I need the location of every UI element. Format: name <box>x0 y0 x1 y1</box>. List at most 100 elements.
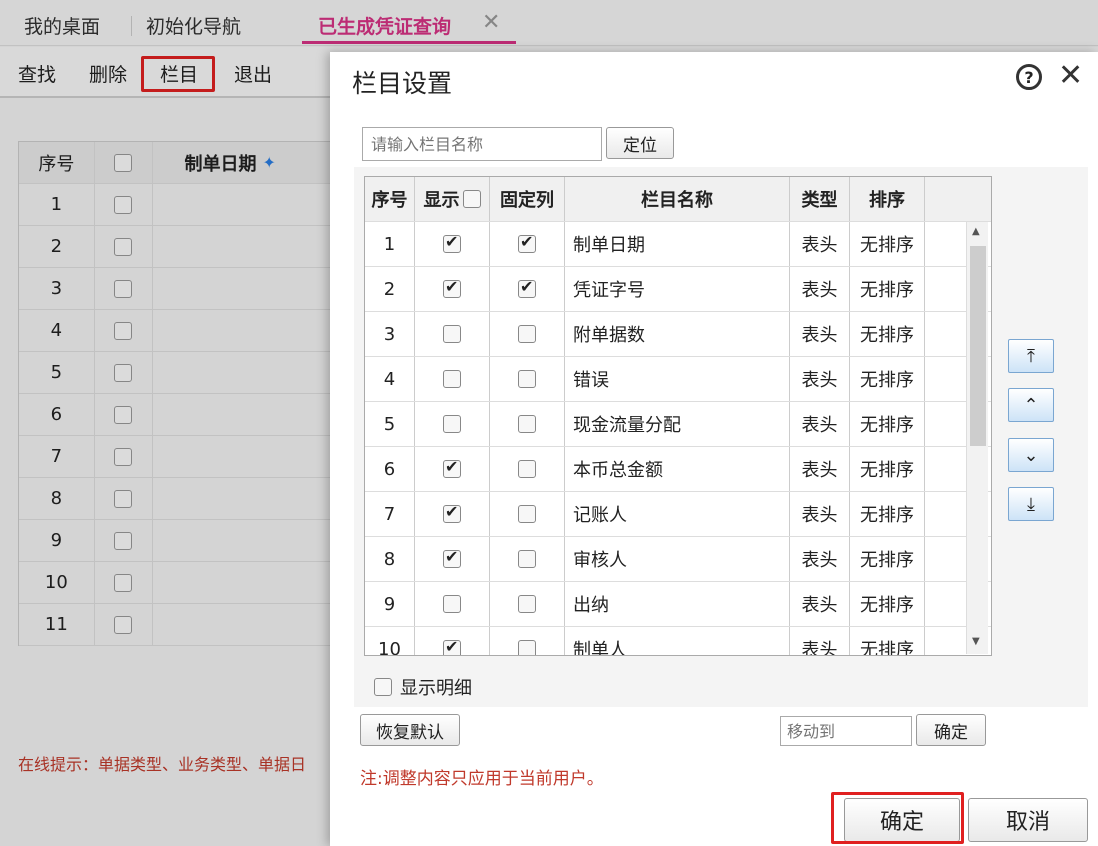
show-checkbox[interactable] <box>443 277 461 298</box>
fixed-cell[interactable] <box>490 402 565 446</box>
show-detail-checkbox[interactable] <box>374 678 392 696</box>
column-sort[interactable]: 无排序 <box>850 312 925 356</box>
column-row-no: 1 <box>365 222 415 266</box>
column-row[interactable]: 6 本币总金额表头无排序 <box>365 447 991 492</box>
fixed-cell[interactable] <box>490 492 565 536</box>
column-sort[interactable]: 无排序 <box>850 492 925 536</box>
close-icon[interactable]: ✕ <box>1058 58 1083 93</box>
fixed-checkbox[interactable] <box>518 370 536 388</box>
fixed-checkbox[interactable] <box>518 640 536 655</box>
show-checkbox[interactable] <box>443 547 461 568</box>
column-type: 表头 <box>790 222 850 266</box>
column-row[interactable]: 4 错误 表头 无排序 <box>365 357 991 402</box>
move-to-confirm-button[interactable]: 确定 <box>916 714 986 746</box>
show-checkbox[interactable] <box>443 595 461 613</box>
column-type: 表头 <box>790 447 850 491</box>
column-row[interactable]: 7 记账人表头无排序 <box>365 492 991 537</box>
show-cell[interactable] <box>415 312 490 356</box>
show-cell[interactable] <box>415 582 490 626</box>
column-sort[interactable]: 无排序 <box>850 627 925 655</box>
move-bottom-button[interactable]: ⤓ <box>1008 487 1054 521</box>
show-cell[interactable] <box>415 402 490 446</box>
cancel-button[interactable]: 取消 <box>968 798 1088 842</box>
column-type: 表头 <box>790 582 850 626</box>
ok-button-highlight <box>831 792 964 844</box>
column-sort[interactable]: 无排序 <box>850 267 925 311</box>
show-cell[interactable] <box>415 357 490 401</box>
fixed-checkbox[interactable] <box>518 415 536 433</box>
show-cell[interactable] <box>415 222 490 266</box>
show-cell[interactable] <box>415 627 490 655</box>
column-name: 现金流量分配 <box>565 402 790 446</box>
column-row[interactable]: 10 制单人表头无排序 <box>365 627 991 655</box>
locate-button[interactable]: 定位 <box>606 127 674 159</box>
show-checkbox[interactable] <box>443 325 461 343</box>
show-checkbox[interactable] <box>443 232 461 253</box>
column-type: 表头 <box>790 492 850 536</box>
show-detail-option[interactable]: 显示明细 <box>374 674 472 700</box>
column-row-no: 2 <box>365 267 415 311</box>
move-top-button[interactable]: ⤒ <box>1008 339 1054 373</box>
column-sort[interactable]: 无排序 <box>850 357 925 401</box>
column-row[interactable]: 8 审核人表头无排序 <box>365 537 991 582</box>
show-checkbox[interactable] <box>443 502 461 523</box>
fixed-checkbox[interactable] <box>518 232 536 253</box>
show-checkbox[interactable] <box>443 415 461 433</box>
column-row-no: 6 <box>365 447 415 491</box>
column-row-no: 5 <box>365 402 415 446</box>
column-search-input[interactable] <box>362 127 602 161</box>
column-sort[interactable]: 无排序 <box>850 402 925 446</box>
show-checkbox[interactable] <box>443 457 461 478</box>
col-header-name: 栏目名称 <box>565 177 790 221</box>
fixed-checkbox[interactable] <box>518 460 536 478</box>
fixed-cell[interactable] <box>490 357 565 401</box>
fixed-checkbox[interactable] <box>518 595 536 613</box>
column-type: 表头 <box>790 537 850 581</box>
column-sort[interactable]: 无排序 <box>850 537 925 581</box>
scroll-thumb[interactable] <box>970 246 986 446</box>
column-row[interactable]: 2 凭证字号表头无排序 <box>365 267 991 312</box>
show-cell[interactable] <box>415 447 490 491</box>
move-up-button[interactable]: ⌃ <box>1008 388 1054 422</box>
show-checkbox[interactable] <box>443 637 461 655</box>
fixed-cell[interactable] <box>490 447 565 491</box>
show-cell[interactable] <box>415 267 490 311</box>
fixed-cell[interactable] <box>490 312 565 356</box>
column-sort[interactable]: 无排序 <box>850 447 925 491</box>
column-row[interactable]: 9 出纳 表头 无排序 <box>365 582 991 627</box>
scroll-up-icon[interactable]: ▲ <box>972 226 980 237</box>
column-name: 记账人 <box>565 492 790 536</box>
fixed-cell[interactable] <box>490 222 565 266</box>
column-sort[interactable]: 无排序 <box>850 222 925 266</box>
restore-default-button[interactable]: 恢复默认 <box>360 714 460 746</box>
fixed-checkbox[interactable] <box>518 550 536 568</box>
column-sort[interactable]: 无排序 <box>850 582 925 626</box>
show-checkbox[interactable] <box>443 370 461 388</box>
column-row-no: 8 <box>365 537 415 581</box>
column-name: 凭证字号 <box>565 267 790 311</box>
fixed-checkbox[interactable] <box>518 325 536 343</box>
move-down-icon: ⌄ <box>1023 444 1039 466</box>
move-to-input[interactable] <box>780 716 912 746</box>
column-type: 表头 <box>790 357 850 401</box>
move-down-button[interactable]: ⌄ <box>1008 438 1054 472</box>
show-all-checkbox[interactable] <box>462 190 481 208</box>
fixed-cell[interactable] <box>490 582 565 626</box>
scroll-down-icon[interactable]: ▼ <box>972 636 980 647</box>
show-cell[interactable] <box>415 537 490 581</box>
show-cell[interactable] <box>415 492 490 536</box>
grid-scrollbar[interactable]: ▲ ▼ <box>966 222 988 654</box>
column-row-no: 9 <box>365 582 415 626</box>
fixed-cell[interactable] <box>490 537 565 581</box>
fixed-cell[interactable] <box>490 627 565 655</box>
fixed-checkbox[interactable] <box>518 505 536 523</box>
column-row[interactable]: 5 现金流量分配 表头 无排序 <box>365 402 991 447</box>
column-name: 本币总金额 <box>565 447 790 491</box>
column-row[interactable]: 3 附单据数 表头 无排序 <box>365 312 991 357</box>
fixed-checkbox[interactable] <box>518 277 536 298</box>
column-name: 制单人 <box>565 627 790 655</box>
column-row[interactable]: 1 制单日期表头无排序 <box>365 222 991 267</box>
help-icon[interactable]: ? <box>1016 64 1042 90</box>
fixed-cell[interactable] <box>490 267 565 311</box>
column-row-no: 4 <box>365 357 415 401</box>
